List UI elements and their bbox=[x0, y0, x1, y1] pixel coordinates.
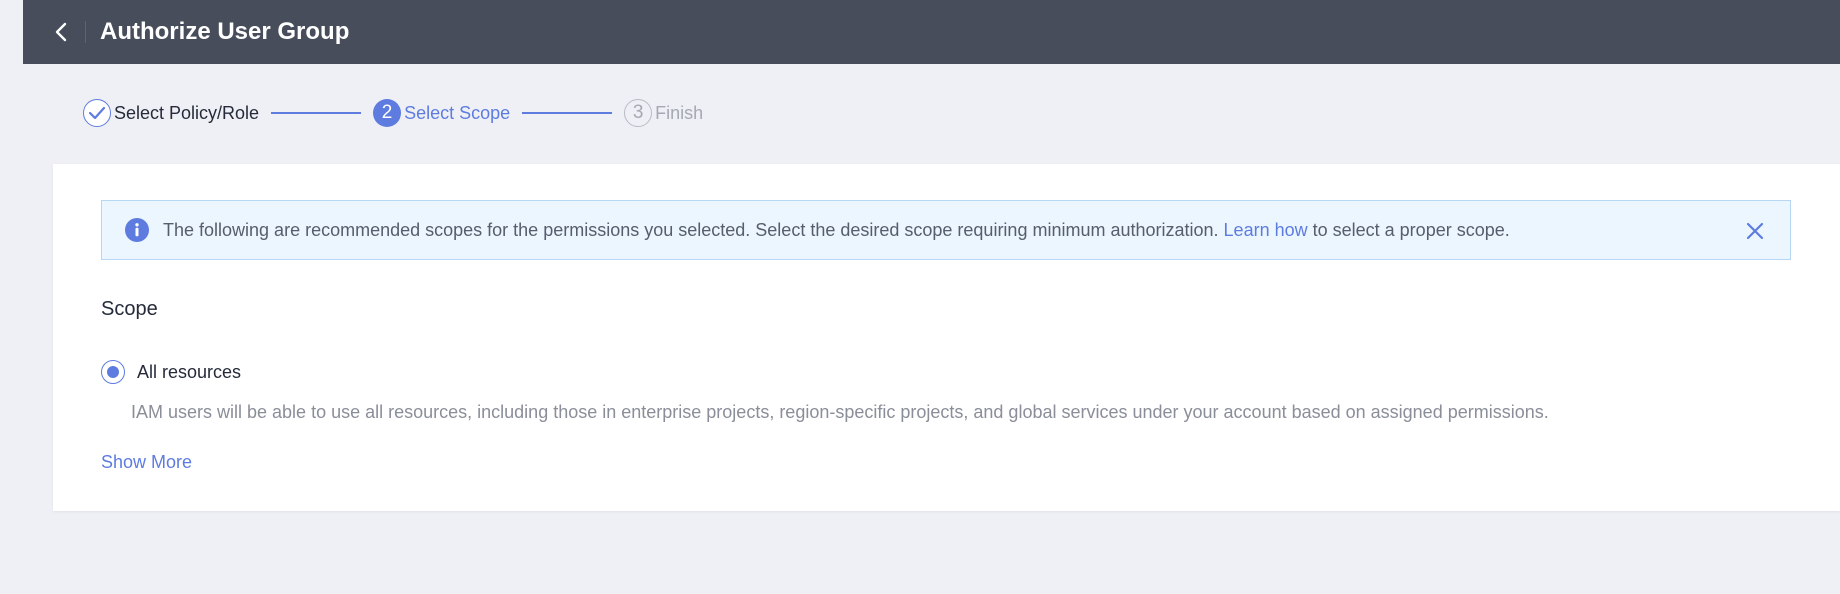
step-done-indicator bbox=[83, 99, 111, 127]
step-finish: 3 Finish bbox=[624, 99, 703, 127]
scope-description: IAM users will be able to use all resour… bbox=[131, 402, 1549, 422]
close-icon[interactable] bbox=[1744, 220, 1766, 242]
notice-text: The following are recommended scopes for… bbox=[163, 220, 1510, 241]
chevron-left-icon bbox=[55, 22, 67, 42]
step-number: 2 bbox=[373, 99, 402, 127]
info-icon bbox=[125, 218, 149, 242]
step-connector bbox=[271, 112, 362, 114]
step-label: Select Scope bbox=[404, 102, 511, 123]
step-number: 3 bbox=[624, 99, 653, 127]
wizard-steps: Select Policy/Role 2 Select Scope 3 Fini… bbox=[83, 97, 703, 129]
page-header: Authorize User Group bbox=[23, 0, 1840, 64]
header-divider bbox=[85, 21, 86, 43]
notice-text-after: to select a proper scope. bbox=[1312, 219, 1510, 240]
notice-bar: The following are recommended scopes for… bbox=[101, 200, 1791, 260]
step-label: Finish bbox=[655, 102, 704, 123]
step-select-policy-role[interactable]: Select Policy/Role bbox=[83, 99, 259, 127]
back-button[interactable] bbox=[43, 14, 79, 50]
scope-card: The following are recommended scopes for… bbox=[53, 164, 1840, 511]
show-more-link[interactable]: Show More bbox=[101, 452, 192, 473]
checkmark-icon bbox=[88, 106, 106, 120]
scope-heading: Scope bbox=[101, 298, 158, 320]
learn-how-link[interactable]: Learn how bbox=[1224, 220, 1308, 240]
radio-label[interactable]: All resources bbox=[137, 362, 241, 383]
page-left-strip bbox=[0, 0, 23, 594]
notice-text-before: The following are recommended scopes for… bbox=[163, 219, 1219, 240]
step-label: Select Policy/Role bbox=[114, 102, 260, 123]
step-connector bbox=[522, 112, 613, 114]
radio-button[interactable] bbox=[101, 360, 125, 384]
radio-all-resources[interactable]: All resources bbox=[101, 360, 241, 384]
radio-selected-dot bbox=[107, 366, 119, 378]
step-select-scope[interactable]: 2 Select Scope bbox=[373, 99, 510, 127]
page-title: Authorize User Group bbox=[100, 18, 350, 45]
